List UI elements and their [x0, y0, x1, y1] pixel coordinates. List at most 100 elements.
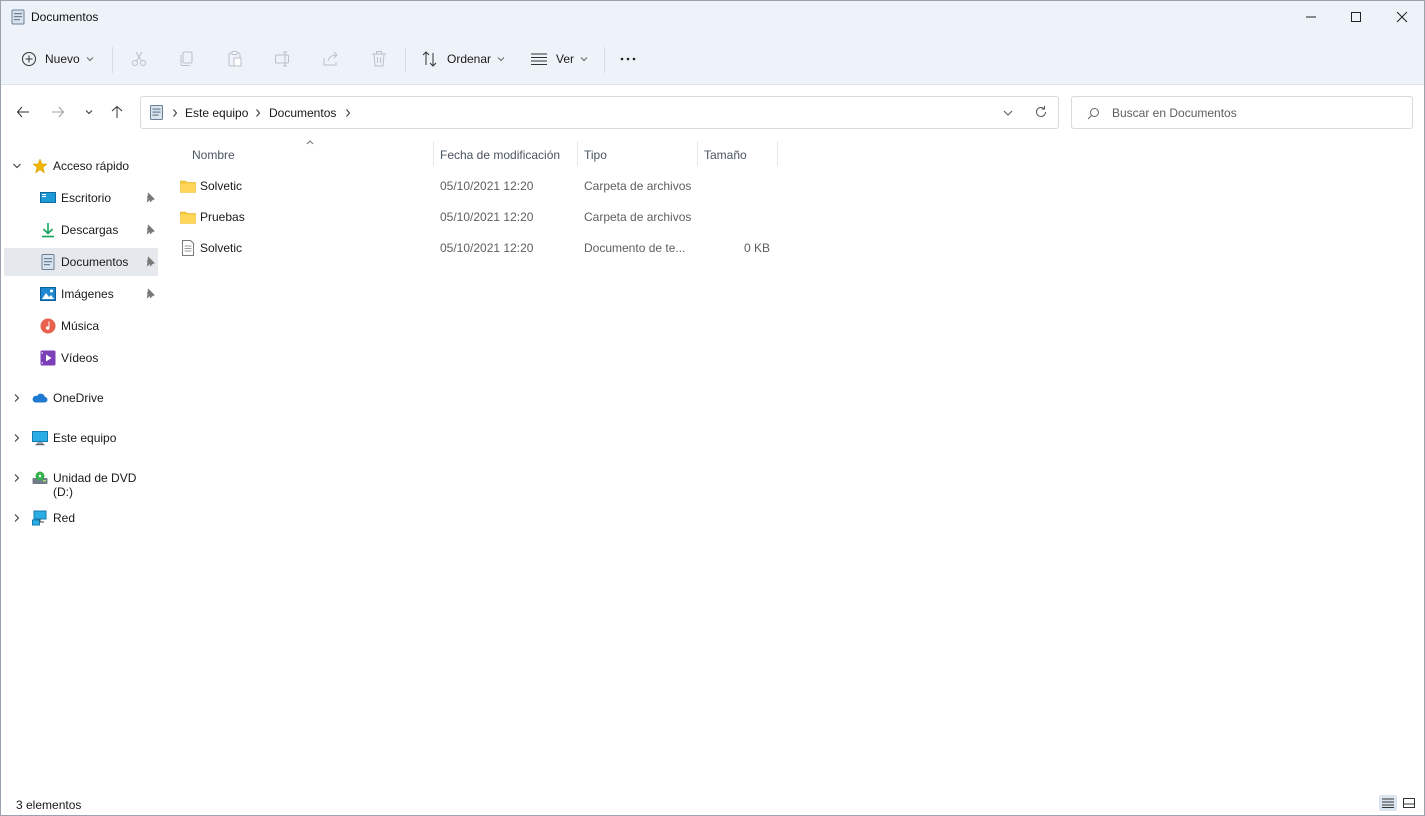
- details-view-icon: [1382, 798, 1394, 808]
- chevron-down-icon: [497, 57, 505, 62]
- file-type: Documento de te...: [584, 241, 686, 255]
- navigation-bar: Este equipo Documentos Buscar en Documen…: [1, 86, 1424, 138]
- explorer-window: Documentos Nuevo Ordenar Ver Este equipo…: [0, 0, 1425, 816]
- copy-button[interactable]: [178, 45, 196, 73]
- minimize-button[interactable]: [1288, 1, 1334, 33]
- sidebar-item-acceso-rapido[interactable]: Acceso rápido: [4, 152, 158, 180]
- more-button[interactable]: [619, 45, 637, 73]
- rename-button[interactable]: [274, 45, 292, 73]
- column-header-size[interactable]: Tamaño: [704, 148, 747, 162]
- column-header-row: Nombre Fecha de modificación Tipo Tamaño: [176, 140, 776, 169]
- command-bar: Nuevo Ordenar Ver: [1, 33, 1424, 85]
- sidebar-item-label: Red: [53, 511, 76, 525]
- sidebar-item-descargas[interactable]: Descargas: [4, 216, 158, 244]
- pin-icon[interactable]: [144, 224, 155, 235]
- title-bar: Documentos: [1, 1, 1424, 33]
- sidebar-item-escritorio[interactable]: Escritorio: [4, 184, 158, 212]
- tiles-view-button[interactable]: [1400, 795, 1418, 811]
- arrow-right-icon: [52, 106, 65, 118]
- chevron-down-icon: [85, 110, 93, 115]
- breadcrumb-documentos[interactable]: Documentos: [269, 106, 336, 120]
- sort-button[interactable]: Ordenar: [421, 45, 505, 73]
- sidebar-item-documentos[interactable]: Documentos: [4, 248, 158, 276]
- file-date: 05/10/2021 12:20: [440, 241, 534, 255]
- column-divider[interactable]: [577, 141, 578, 166]
- column-header-name[interactable]: Nombre: [192, 148, 235, 162]
- folder-icon: [180, 211, 196, 224]
- view-icon: [531, 53, 547, 65]
- pin-icon[interactable]: [144, 288, 155, 299]
- star-icon: [32, 158, 48, 174]
- cut-icon: [132, 51, 146, 66]
- sidebar-item-label: Vídeos: [61, 351, 99, 365]
- pictures-icon: [40, 287, 56, 301]
- videos-icon: [40, 350, 56, 366]
- file-name: Pruebas: [200, 210, 245, 224]
- refresh-button[interactable]: [1034, 105, 1048, 122]
- sidebar-item-imagenes[interactable]: Imágenes: [4, 280, 158, 308]
- chevron-right-icon[interactable]: [12, 473, 22, 483]
- file-row[interactable]: Solvetic 05/10/2021 12:20 Documento de t…: [176, 234, 776, 262]
- pin-icon[interactable]: [144, 192, 155, 203]
- onedrive-icon: [32, 393, 48, 403]
- close-icon: [1396, 11, 1408, 23]
- paste-button[interactable]: [226, 45, 244, 73]
- column-header-date[interactable]: Fecha de modificación: [440, 148, 560, 162]
- file-row[interactable]: Solvetic 05/10/2021 12:20 Carpeta de arc…: [176, 172, 776, 200]
- maximize-icon: [1351, 12, 1361, 22]
- delete-icon: [372, 51, 386, 67]
- chevron-right-icon: [173, 109, 178, 117]
- music-icon: [40, 318, 56, 334]
- file-name: Solvetic: [200, 179, 243, 193]
- documents-icon: [41, 254, 55, 270]
- delete-button[interactable]: [370, 45, 388, 73]
- back-button[interactable]: [13, 102, 33, 122]
- recent-locations-button[interactable]: [79, 102, 99, 122]
- chevron-right-icon[interactable]: [12, 393, 22, 403]
- file-type: Carpeta de archivos: [584, 210, 692, 224]
- paste-icon: [228, 51, 242, 67]
- new-button[interactable]: Nuevo: [21, 45, 94, 73]
- search-box[interactable]: Buscar en Documentos: [1071, 96, 1413, 129]
- file-date: 05/10/2021 12:20: [440, 179, 534, 193]
- sidebar-item-dvd[interactable]: Unidad de DVD (D:): [4, 464, 158, 499]
- share-button[interactable]: [322, 45, 340, 73]
- refresh-icon: [1036, 106, 1046, 117]
- sidebar-item-este-equipo[interactable]: Este equipo: [4, 424, 158, 452]
- forward-button[interactable]: [48, 102, 68, 122]
- column-divider[interactable]: [697, 141, 698, 166]
- sidebar-item-musica[interactable]: Música: [4, 312, 158, 340]
- details-view-button[interactable]: [1379, 795, 1397, 811]
- minimize-icon: [1306, 16, 1316, 18]
- chevron-down-icon: [580, 57, 588, 62]
- close-button[interactable]: [1379, 1, 1425, 33]
- cut-button[interactable]: [130, 45, 148, 73]
- column-divider[interactable]: [777, 141, 778, 166]
- view-button-label: Ver: [556, 52, 575, 66]
- dvd-icon: [32, 471, 48, 484]
- sidebar-item-label: Descargas: [61, 223, 119, 237]
- breadcrumb-este-equipo[interactable]: Este equipo: [185, 106, 248, 120]
- up-button[interactable]: [107, 102, 127, 122]
- column-divider[interactable]: [433, 141, 434, 166]
- pin-icon[interactable]: [144, 256, 155, 267]
- download-icon: [42, 223, 54, 238]
- address-bar[interactable]: Este equipo Documentos: [140, 96, 1059, 129]
- sidebar-item-red[interactable]: Red: [4, 504, 158, 532]
- address-history-button[interactable]: [1002, 107, 1014, 122]
- chevron-right-icon[interactable]: [12, 433, 22, 443]
- sort-icon: [422, 51, 437, 67]
- share-icon: [323, 51, 338, 66]
- sidebar-item-videos[interactable]: Vídeos: [4, 344, 158, 372]
- column-header-type[interactable]: Tipo: [584, 148, 607, 162]
- search-input[interactable]: Buscar en Documentos: [1112, 106, 1237, 120]
- new-button-label: Nuevo: [45, 52, 80, 66]
- navigation-pane: Acceso rápido Escritorio Descargas Docum…: [1, 146, 161, 786]
- maximize-button[interactable]: [1333, 1, 1379, 33]
- view-button[interactable]: Ver: [530, 45, 588, 73]
- chevron-right-icon[interactable]: [12, 513, 22, 523]
- chevron-down-icon: [1003, 110, 1013, 116]
- sidebar-item-onedrive[interactable]: OneDrive: [4, 384, 158, 412]
- chevron-down-icon[interactable]: [12, 161, 22, 171]
- file-row[interactable]: Pruebas 05/10/2021 12:20 Carpeta de arch…: [176, 203, 776, 231]
